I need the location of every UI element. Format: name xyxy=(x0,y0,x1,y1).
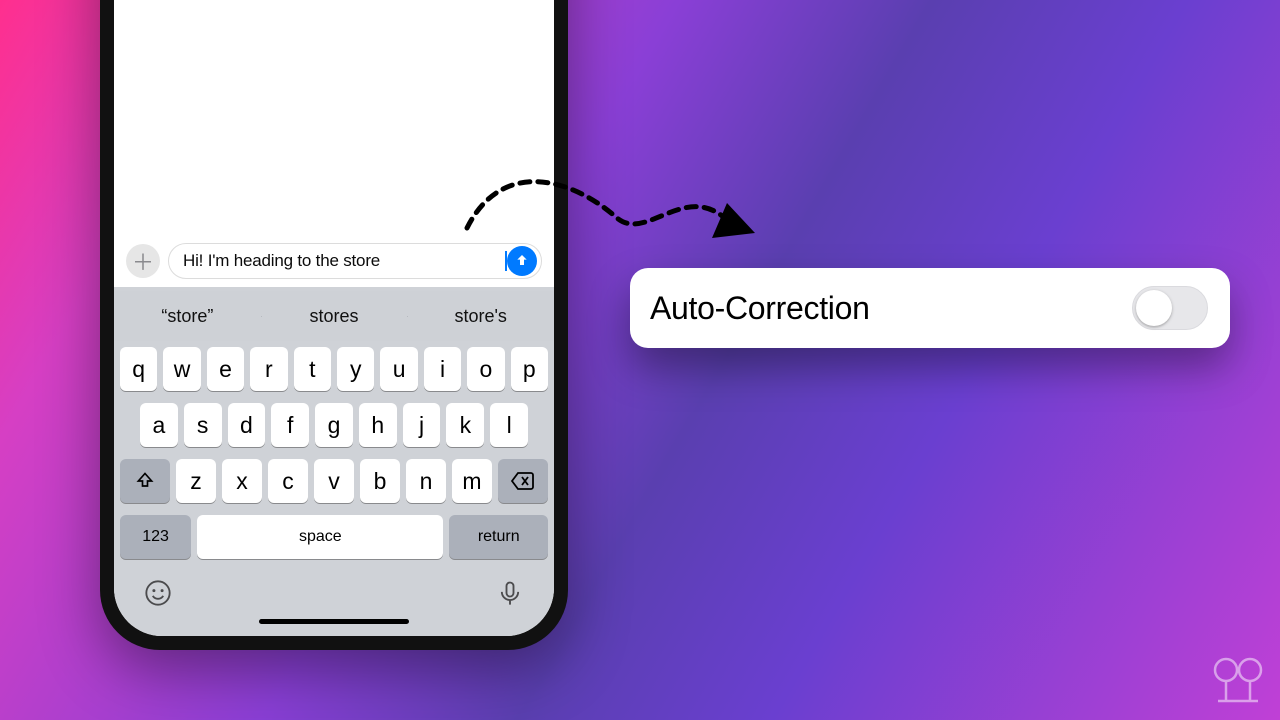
arrow-up-icon xyxy=(514,253,530,269)
key-s[interactable]: s xyxy=(184,403,222,447)
keyboard-row-3: z x c v b n m xyxy=(114,453,554,509)
send-button[interactable] xyxy=(507,246,537,276)
keyboard-row-bottom: 123 space return xyxy=(114,509,554,569)
emoji-icon xyxy=(144,579,172,607)
auto-correction-toggle[interactable] xyxy=(1132,286,1208,330)
toggle-knob xyxy=(1136,290,1172,326)
key-y[interactable]: y xyxy=(337,347,374,391)
suggestion-2[interactable]: store's xyxy=(407,306,554,327)
key-l[interactable]: l xyxy=(490,403,528,447)
key-h[interactable]: h xyxy=(359,403,397,447)
keyboard-footer xyxy=(114,569,554,636)
key-r[interactable]: r xyxy=(250,347,287,391)
phone-frame: ＋ Hi! I'm heading to the store “store” s… xyxy=(100,0,568,650)
key-e[interactable]: e xyxy=(207,347,244,391)
key-w[interactable]: w xyxy=(163,347,200,391)
backspace-key[interactable] xyxy=(498,459,548,503)
key-k[interactable]: k xyxy=(446,403,484,447)
keyboard-row-2: a s d f g h j k l xyxy=(114,397,554,453)
suggestion-1[interactable]: stores xyxy=(261,306,408,327)
message-input-text: Hi! I'm heading to the store xyxy=(183,251,505,271)
shift-key[interactable] xyxy=(120,459,170,503)
watermark-logo xyxy=(1208,657,1268,710)
key-p[interactable]: p xyxy=(511,347,548,391)
compose-bar: ＋ Hi! I'm heading to the store xyxy=(114,235,554,287)
keyboard-row-1: q w e r t y u i o p xyxy=(114,341,554,397)
numbers-key[interactable]: 123 xyxy=(120,515,191,559)
settings-row-auto-correction: Auto-Correction xyxy=(630,268,1230,348)
space-key[interactable]: space xyxy=(197,515,443,559)
key-c[interactable]: c xyxy=(268,459,308,503)
key-q[interactable]: q xyxy=(120,347,157,391)
shift-icon xyxy=(135,471,155,491)
key-f[interactable]: f xyxy=(271,403,309,447)
suggestion-0[interactable]: “store” xyxy=(114,306,261,327)
key-g[interactable]: g xyxy=(315,403,353,447)
plus-icon: ＋ xyxy=(132,245,154,277)
key-d[interactable]: d xyxy=(228,403,266,447)
home-indicator[interactable] xyxy=(259,619,409,624)
emoji-button[interactable] xyxy=(144,579,172,612)
add-attachment-button[interactable]: ＋ xyxy=(126,244,160,278)
backspace-icon xyxy=(511,471,535,491)
key-b[interactable]: b xyxy=(360,459,400,503)
settings-row-label: Auto-Correction xyxy=(650,290,870,327)
key-a[interactable]: a xyxy=(140,403,178,447)
key-u[interactable]: u xyxy=(380,347,417,391)
key-m[interactable]: m xyxy=(452,459,492,503)
key-t[interactable]: t xyxy=(294,347,331,391)
keyboard: “store” stores store's q w e r t y u i o… xyxy=(114,287,554,636)
suggestions-bar: “store” stores store's xyxy=(114,291,554,341)
dictate-button[interactable] xyxy=(496,579,524,612)
chat-area xyxy=(114,0,554,235)
microphone-icon xyxy=(496,579,524,607)
key-n[interactable]: n xyxy=(406,459,446,503)
key-i[interactable]: i xyxy=(424,347,461,391)
return-key[interactable]: return xyxy=(449,515,548,559)
key-x[interactable]: x xyxy=(222,459,262,503)
message-input[interactable]: Hi! I'm heading to the store xyxy=(168,243,542,279)
key-j[interactable]: j xyxy=(403,403,441,447)
key-v[interactable]: v xyxy=(314,459,354,503)
key-z[interactable]: z xyxy=(176,459,216,503)
key-o[interactable]: o xyxy=(467,347,504,391)
phone-screen: ＋ Hi! I'm heading to the store “store” s… xyxy=(114,0,554,636)
